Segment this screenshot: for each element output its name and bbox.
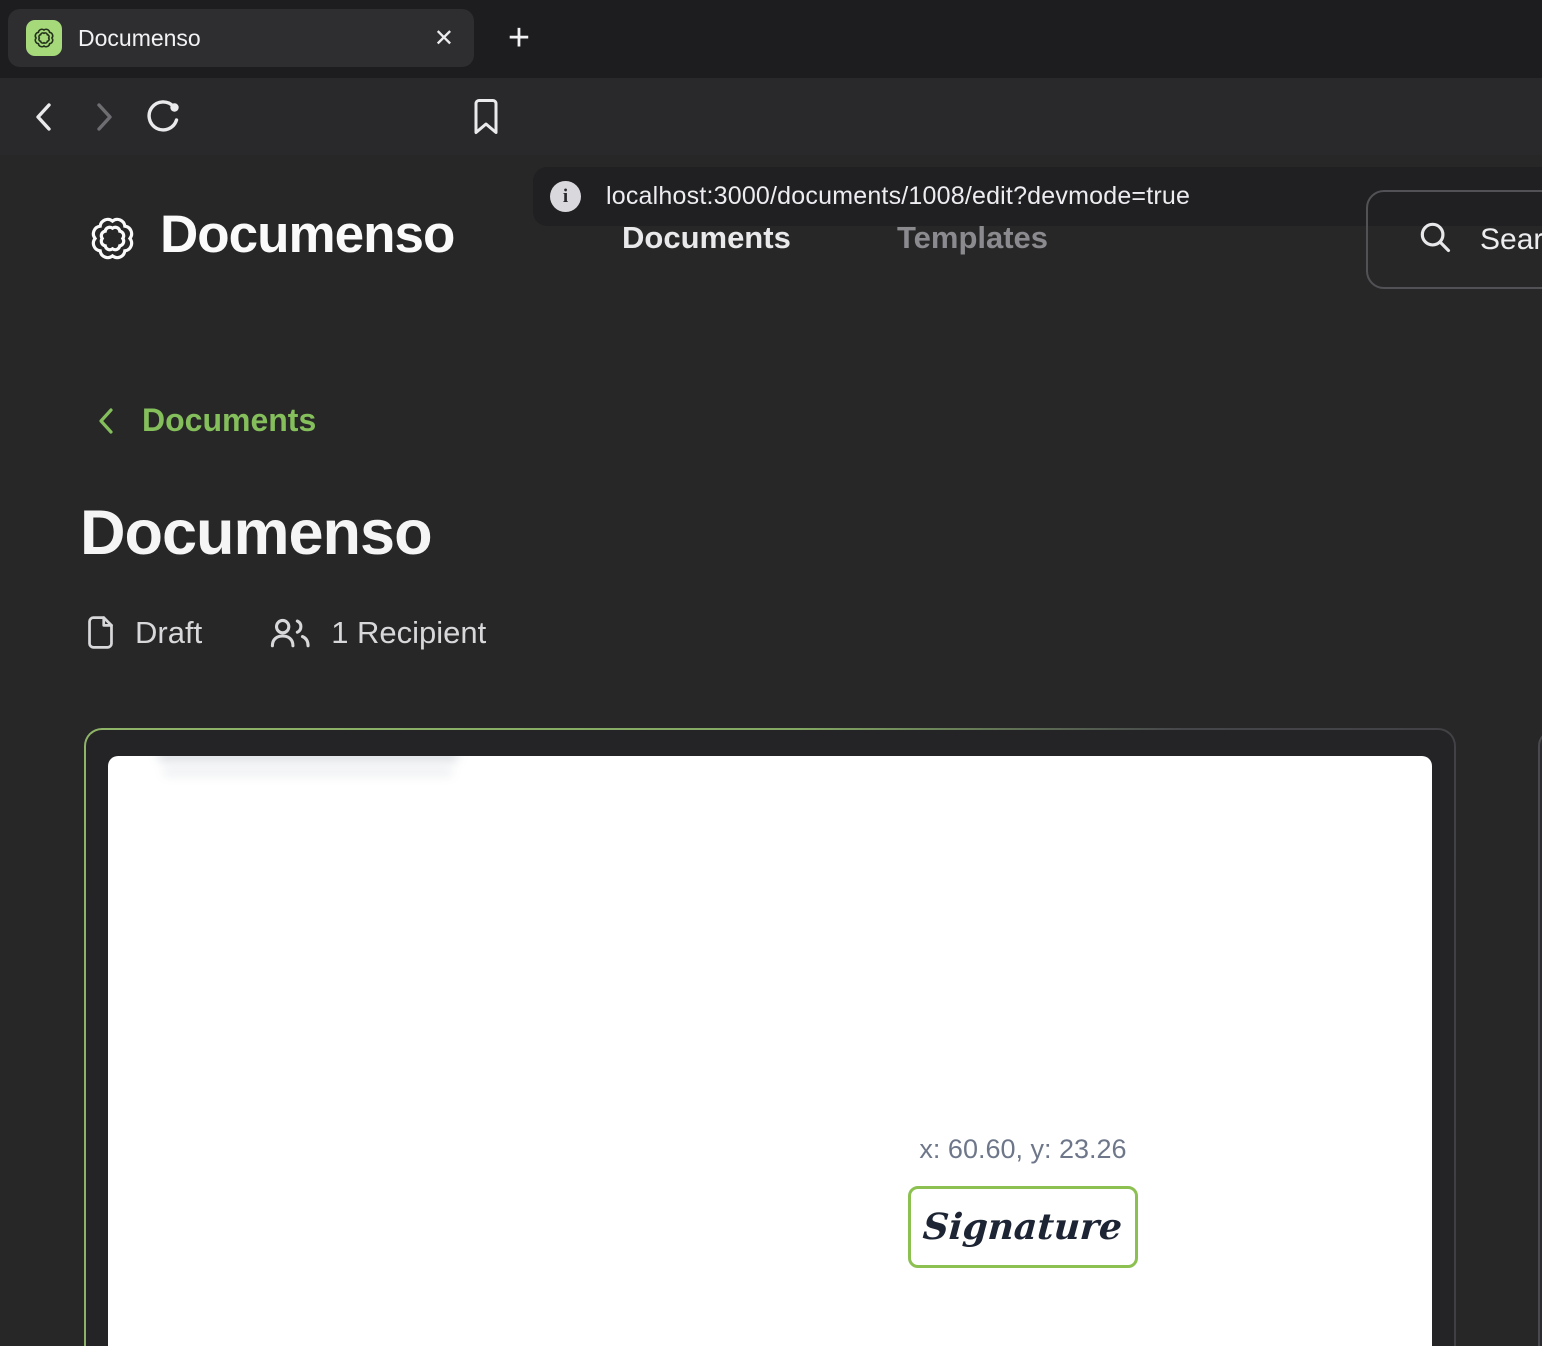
document-card: x: 60.60, y: 23.26 Signature <box>84 728 1456 1346</box>
browser-toolbar: i localhost:3000/documents/1008/edit?dev… <box>0 78 1542 155</box>
chevron-right-icon <box>91 99 117 135</box>
chevron-left-icon <box>31 99 57 135</box>
pdf-page[interactable]: x: 60.60, y: 23.26 Signature <box>108 756 1432 1346</box>
status-badge: Draft <box>85 614 202 651</box>
status-label: Draft <box>135 615 202 651</box>
tab-title: Documenso <box>78 25 201 52</box>
brand-title[interactable]: Documenso <box>160 204 454 265</box>
users-icon <box>268 614 312 651</box>
page-top-faint-text <box>158 756 458 761</box>
breadcrumb[interactable]: Documents <box>94 402 316 439</box>
signature-field-label: Signature <box>922 1206 1124 1248</box>
forward-button[interactable] <box>82 95 126 139</box>
search-icon <box>1416 218 1454 261</box>
bookmark-icon <box>471 98 501 136</box>
document-card-inner: x: 60.60, y: 23.26 Signature <box>86 730 1454 1346</box>
document-meta: Draft 1 Recipient <box>85 614 486 651</box>
signature-field[interactable]: Signature <box>908 1186 1138 1268</box>
reload-icon <box>143 96 185 138</box>
url-text[interactable]: localhost:3000/documents/1008/edit?devmo… <box>606 182 1190 211</box>
scalloped-logo-icon <box>84 210 141 267</box>
nav-templates[interactable]: Templates <box>897 220 1048 256</box>
reload-button[interactable] <box>142 95 186 139</box>
page-top-faint-text <box>163 768 453 776</box>
back-button[interactable] <box>22 95 66 139</box>
right-panel-edge <box>1538 730 1542 1346</box>
browser-window: Documenso ✕ + i localhost:3000/documents… <box>0 0 1542 1346</box>
tab-close-button[interactable]: ✕ <box>434 9 454 67</box>
search-placeholder: Search <box>1480 223 1542 257</box>
documenso-logo[interactable] <box>84 210 141 267</box>
nav-documents[interactable]: Documents <box>622 220 791 256</box>
recipient-count: 1 Recipient <box>268 614 486 651</box>
recipient-label: 1 Recipient <box>331 615 486 651</box>
documenso-favicon <box>26 20 62 56</box>
site-info-icon[interactable]: i <box>550 181 581 212</box>
scalloped-logo-icon <box>31 25 57 51</box>
browser-tab[interactable]: Documenso ✕ <box>8 9 474 67</box>
browser-tab-bar: Documenso ✕ + <box>0 0 1542 78</box>
bookmark-button[interactable] <box>464 95 508 139</box>
file-icon <box>85 614 116 651</box>
search-input[interactable]: Search <box>1366 190 1542 289</box>
new-tab-button[interactable]: + <box>496 9 542 67</box>
breadcrumb-label[interactable]: Documents <box>142 402 316 439</box>
field-coordinates-label: x: 60.60, y: 23.26 <box>868 1134 1178 1165</box>
page-title: Documenso <box>80 497 432 569</box>
chevron-left-icon <box>94 403 118 439</box>
